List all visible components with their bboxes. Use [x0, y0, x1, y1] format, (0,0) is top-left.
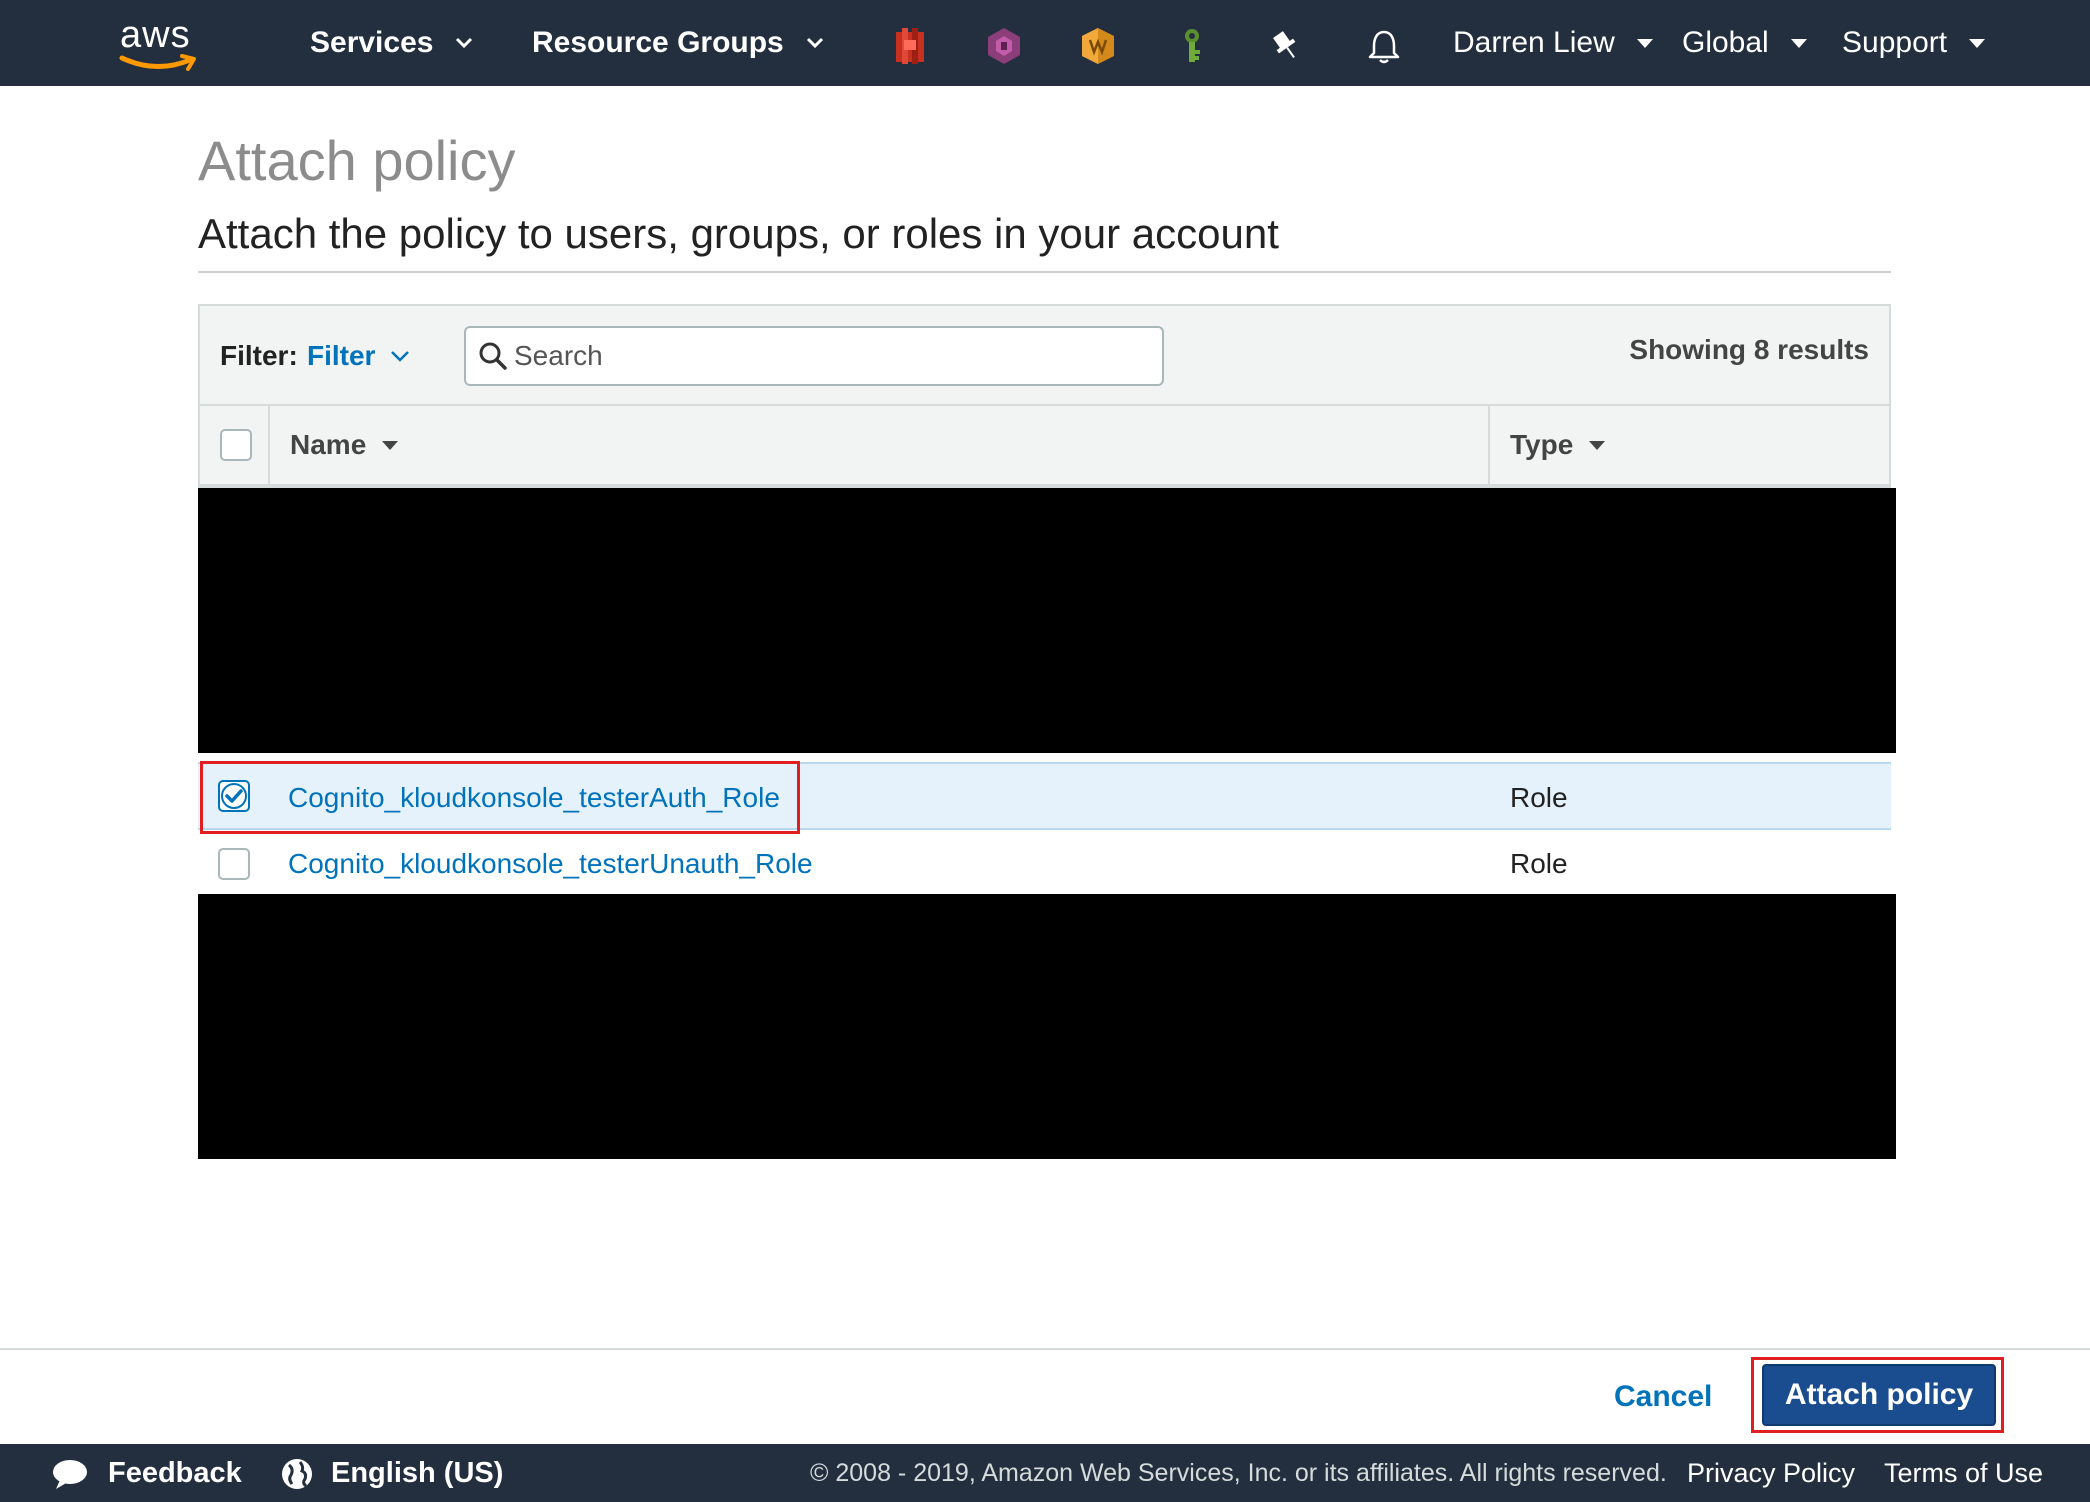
filter-dropdown[interactable]: Filter — [307, 340, 375, 372]
region-menu-label: Global — [1682, 26, 1769, 59]
chevron-down-icon — [806, 37, 823, 49]
resource-groups-menu[interactable]: Resource Groups — [532, 0, 824, 86]
select-all-cell — [200, 406, 270, 484]
top-navigation-bar: aws Services Resource Groups Darren Liew… — [0, 0, 2090, 86]
feedback-link[interactable]: Feedback — [108, 1444, 242, 1502]
services-menu-label: Services — [310, 26, 434, 59]
privacy-policy-link[interactable]: Privacy Policy — [1687, 1444, 1855, 1502]
table-row[interactable]: Cognito_kloudkonsole_testerUnauth_Role R… — [198, 830, 1891, 898]
user-menu-label: Darren Liew — [1453, 26, 1615, 59]
pin-icon[interactable] — [1266, 26, 1306, 66]
services-menu[interactable]: Services — [310, 0, 473, 86]
orange-service-icon[interactable] — [1078, 26, 1118, 66]
name-column-label: Name — [290, 429, 367, 460]
results-count: Showing 8 results — [1629, 334, 1869, 365]
sort-caret-icon — [382, 440, 399, 450]
support-menu-label: Support — [1842, 26, 1948, 59]
sort-caret-icon — [1589, 440, 1606, 450]
heading-divider — [198, 271, 1891, 273]
purple-service-icon[interactable] — [984, 26, 1024, 66]
attach-policy-button-label: Attach policy — [1784, 1378, 1974, 1411]
role-name-link[interactable]: Cognito_kloudkonsole_testerUnauth_Role — [288, 848, 813, 880]
search-box[interactable] — [464, 326, 1164, 386]
region-menu[interactable]: Global — [1682, 0, 1807, 86]
aws-smile-icon — [119, 54, 196, 71]
filter-label: Filter: — [220, 340, 298, 371]
name-column-header[interactable]: Name — [270, 406, 1490, 484]
language-selector[interactable]: English (US) — [331, 1444, 503, 1502]
cancel-button[interactable]: Cancel — [1614, 1380, 1712, 1414]
aws-logo-text: aws — [120, 14, 191, 56]
redacted-rows-top — [198, 488, 1896, 753]
highlight-annotation — [200, 761, 800, 834]
page-title: Attach policy — [198, 129, 516, 192]
speech-bubble-icon — [53, 1460, 87, 1489]
terms-of-use-link[interactable]: Terms of Use — [1884, 1444, 2043, 1502]
copyright-text: © 2008 - 2019, Amazon Web Services, Inc.… — [810, 1458, 1667, 1487]
redacted-rows-bottom — [198, 894, 1896, 1159]
support-menu[interactable]: Support — [1842, 0, 1986, 86]
red-service-icon[interactable] — [890, 26, 930, 66]
caret-down-icon — [1636, 38, 1653, 48]
page-root: aws Services Resource Groups Darren Liew… — [0, 0, 2090, 1502]
filter-bar: Filter: Filter Showing 8 results — [200, 306, 1889, 406]
aws-logo[interactable]: aws — [110, 10, 210, 76]
row-checkbox[interactable] — [218, 848, 250, 880]
page-subtitle: Attach the policy to users, groups, or r… — [198, 210, 1279, 257]
caret-down-icon — [1790, 38, 1807, 48]
action-bar-divider — [0, 1348, 2090, 1350]
caret-down-icon — [1969, 38, 1986, 48]
table-header-row: Name Type — [200, 406, 1889, 486]
type-column-label: Type — [1510, 429, 1574, 460]
user-menu[interactable]: Darren Liew — [1453, 0, 1653, 86]
green-key-icon[interactable] — [1172, 26, 1212, 66]
footer-bar: Feedback English (US) © 2008 - 2019, Ama… — [0, 1444, 2090, 1502]
search-icon — [479, 342, 507, 370]
search-input[interactable] — [514, 336, 1144, 376]
attach-policy-button[interactable]: Attach policy — [1762, 1364, 1996, 1426]
chevron-down-icon[interactable] — [390, 350, 410, 362]
globe-icon — [282, 1459, 312, 1489]
entities-table-panel: Filter: Filter Showing 8 results Name — [198, 304, 1891, 488]
role-type: Role — [1510, 782, 1568, 813]
type-column-header[interactable]: Type — [1490, 406, 1889, 484]
bell-icon[interactable] — [1364, 26, 1404, 66]
role-type: Role — [1510, 848, 1568, 879]
resource-groups-label: Resource Groups — [532, 26, 784, 59]
select-all-checkbox[interactable] — [220, 429, 252, 461]
chevron-down-icon — [456, 37, 473, 49]
